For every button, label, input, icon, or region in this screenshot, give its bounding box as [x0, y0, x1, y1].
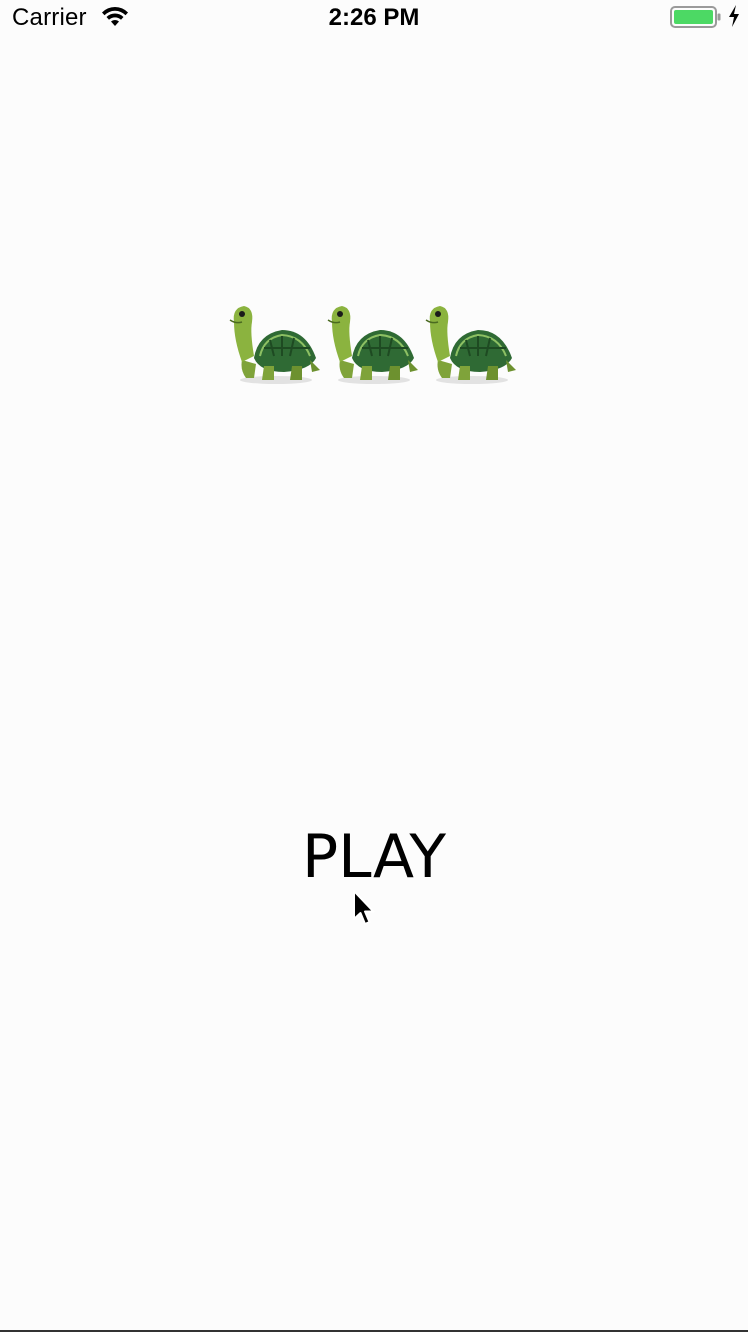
turtle-icon — [425, 306, 516, 384]
charging-bolt-icon — [729, 5, 739, 27]
clock: 2:26 PM — [328, 4, 420, 31]
turtle-icon — [327, 306, 418, 384]
turtle-row — [224, 300, 524, 390]
mouse-pointer-icon — [353, 890, 375, 925]
play-button[interactable]: PLAY — [0, 822, 748, 892]
turtle-icon — [229, 306, 320, 384]
status-bar: Carrier 2:26 PM — [0, 0, 748, 36]
battery-charging-icon — [670, 6, 721, 28]
